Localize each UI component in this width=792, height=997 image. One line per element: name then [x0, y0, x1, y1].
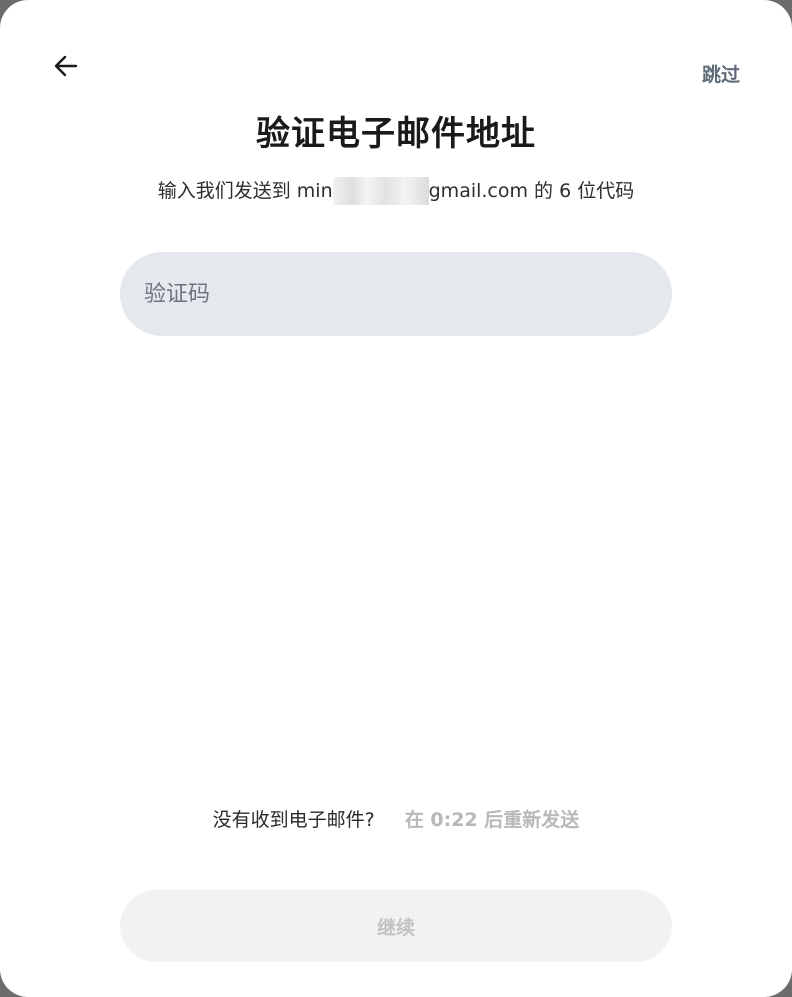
- redacted-email-block: [332, 177, 429, 205]
- resend-row: 没有收到电子邮件? 在 0:22 后重新发送: [0, 805, 792, 832]
- verification-code-input[interactable]: [120, 252, 672, 336]
- back-button[interactable]: [44, 44, 88, 88]
- page-title: 验证电子邮件地址: [256, 114, 536, 154]
- verify-email-dialog: 跳过 验证电子邮件地址 输入我们发送到 min gmail.com 的 6 位代码…: [0, 0, 792, 997]
- subtitle-prefix: 输入我们发送到 min: [157, 180, 333, 202]
- arrow-left-icon: [54, 55, 78, 77]
- subtitle-suffix: gmail.com 的 6 位代码: [428, 180, 635, 202]
- subtitle: 输入我们发送到 min gmail.com 的 6 位代码: [0, 176, 792, 205]
- resend-timer-link[interactable]: 在 0:22 后重新发送: [405, 809, 580, 831]
- resend-question: 没有收到电子邮件?: [212, 809, 375, 831]
- continue-button[interactable]: 继续: [120, 890, 672, 962]
- skip-link[interactable]: 跳过: [702, 60, 740, 87]
